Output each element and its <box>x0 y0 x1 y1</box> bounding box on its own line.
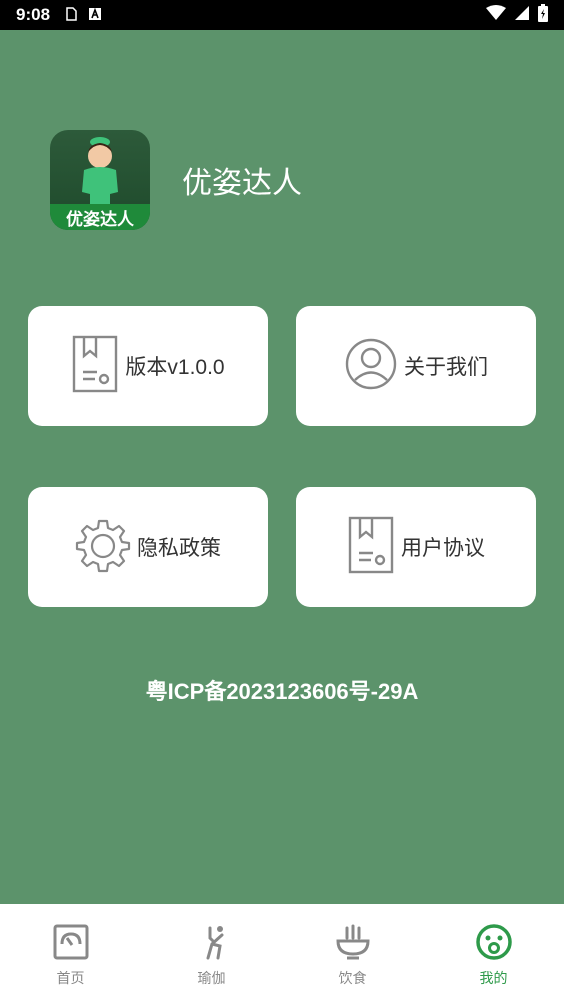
logo-band: 优姿达人 <box>50 204 150 230</box>
app-name: 优姿达人 <box>182 167 302 200</box>
icp-registration-text: 粤ICP备2023123606号-29A <box>145 679 419 704</box>
nav-label-mine: 我的 <box>479 970 508 986</box>
signal-icon <box>514 5 530 25</box>
food-bowl-icon <box>335 924 371 964</box>
nav-label-home: 首页 <box>56 970 85 986</box>
nav-item-home[interactable]: 首页 <box>0 904 141 1004</box>
document-icon <box>347 515 395 579</box>
about-us-label: 关于我们 <box>404 356 488 379</box>
status-bar: 9:08 <box>0 0 564 30</box>
a-box-icon <box>88 6 102 25</box>
logo-text: 优姿达人 <box>66 209 134 229</box>
battery-icon <box>538 4 548 26</box>
bottom-nav: 首页 瑜伽 饮食 我的 <box>0 904 564 1004</box>
app-logo: 优姿达人 <box>50 130 150 230</box>
sim-card-icon <box>64 6 78 25</box>
nav-label-yoga: 瑜伽 <box>197 970 226 986</box>
home-gauge-icon <box>53 924 89 964</box>
yoga-icon <box>194 924 230 964</box>
status-time: 9:08 <box>16 5 51 24</box>
gear-icon <box>75 517 131 577</box>
privacy-policy-label: 隐私政策 <box>137 537 221 560</box>
user-circle-icon <box>344 337 398 395</box>
wifi-icon <box>486 5 506 25</box>
nav-item-yoga[interactable]: 瑜伽 <box>141 904 282 1004</box>
smiley-profile-icon <box>475 924 512 964</box>
version-card[interactable]: 版本v1.0.0 <box>28 306 268 426</box>
user-agreement-card[interactable]: 用户协议 <box>296 487 536 607</box>
user-agreement-label: 用户协议 <box>401 537 485 560</box>
document-icon <box>71 334 119 398</box>
nav-label-diet: 饮食 <box>338 970 367 986</box>
nav-item-mine[interactable]: 我的 <box>423 904 564 1004</box>
nav-item-diet[interactable]: 饮食 <box>282 904 423 1004</box>
app-header: 优姿达人 优姿达人 <box>50 130 302 230</box>
privacy-policy-card[interactable]: 隐私政策 <box>28 487 268 607</box>
version-label: 版本v1.0.0 <box>125 356 225 379</box>
about-us-card[interactable]: 关于我们 <box>296 306 536 426</box>
